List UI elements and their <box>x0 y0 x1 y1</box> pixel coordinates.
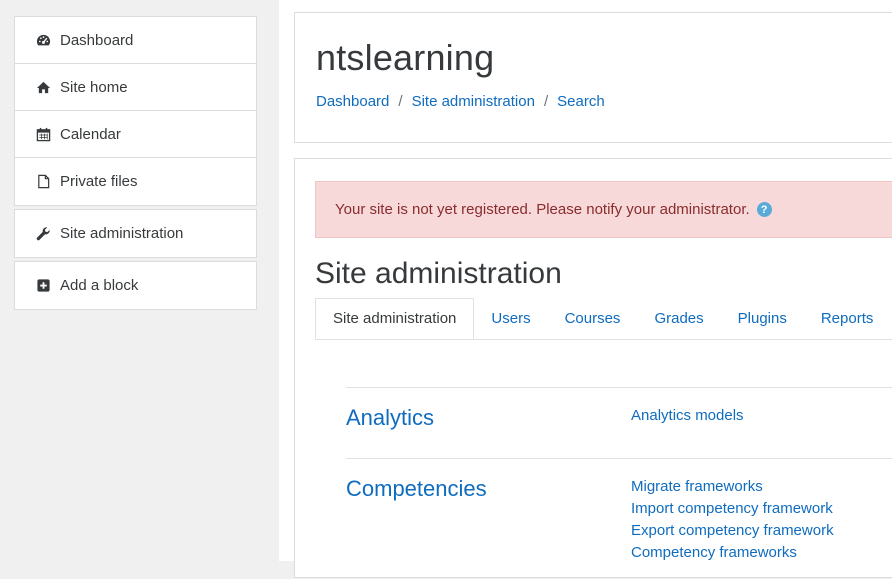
tab-reports[interactable]: Reports <box>804 298 891 338</box>
tab-site-administration[interactable]: Site administration <box>315 298 475 339</box>
nav-item-calendar[interactable]: Calendar <box>15 111 256 158</box>
nav-item-site-home[interactable]: Site home <box>15 64 256 111</box>
tab-users[interactable]: Users <box>474 298 547 338</box>
nav-item-label: Calendar <box>60 125 121 143</box>
category-competencies-link[interactable]: Competencies <box>346 476 487 502</box>
add-block-panel: Add a block <box>14 261 257 310</box>
alert-message: Your site is not yet registered. Please … <box>335 201 750 218</box>
link-migrate-frameworks[interactable]: Migrate frameworks <box>631 476 834 498</box>
link-analytics-models[interactable]: Analytics models <box>631 405 744 427</box>
page-title: ntslearning <box>316 37 495 78</box>
category-analytics-link[interactable]: Analytics <box>346 405 434 431</box>
wrench-icon <box>35 226 51 242</box>
nav-item-private-files[interactable]: Private files <box>15 158 256 205</box>
page-header: ntslearning Dashboard / Site administratio… <box>294 12 892 143</box>
breadcrumb: Dashboard / Site administration / Search <box>316 93 605 110</box>
nav-drawer-main: Dashboard Site home Calendar Private fil… <box>14 16 257 206</box>
add-block-button[interactable]: Add a block <box>15 262 256 309</box>
plus-square-icon <box>35 278 51 294</box>
competencies-links: Migrate frameworks Import competency fra… <box>631 476 834 564</box>
tab-grades[interactable]: Grades <box>637 298 720 338</box>
tab-courses[interactable]: Courses <box>548 298 638 338</box>
help-icon[interactable]: ? <box>756 202 772 217</box>
link-import-competency-framework[interactable]: Import competency framework <box>631 498 834 520</box>
breadcrumb-separator: / <box>398 93 403 110</box>
breadcrumb-separator: / <box>543 93 549 110</box>
nav-drawer-admin: Site administration <box>14 209 257 258</box>
region-main: Your site is not yet registered. Please … <box>294 158 892 578</box>
calendar-icon <box>35 126 51 142</box>
section-heading: Site administration <box>315 257 562 290</box>
nav-item-label: Site home <box>60 78 128 96</box>
home-icon <box>35 79 51 95</box>
file-icon <box>35 174 51 190</box>
nav-item-label: Private files <box>60 173 138 190</box>
add-block-label: Add a block <box>60 277 139 294</box>
breadcrumb-dashboard[interactable]: Dashboard <box>316 93 389 110</box>
admin-tabs: Site administration Users Courses Grades… <box>315 298 892 340</box>
tab-plugins[interactable]: Plugins <box>721 298 804 338</box>
nav-item-label: Dashboard <box>60 31 134 49</box>
link-export-competency-framework[interactable]: Export competency framework <box>631 520 834 542</box>
nav-item-site-administration[interactable]: Site administration <box>15 210 256 257</box>
dashboard-icon <box>35 32 51 48</box>
nav-item-dashboard[interactable]: Dashboard <box>15 17 256 64</box>
nav-item-label: Site administration <box>60 225 184 242</box>
breadcrumb-search[interactable]: Search <box>557 93 605 110</box>
registration-alert: Your site is not yet registered. Please … <box>315 181 892 238</box>
admin-section-analytics: Analytics Analytics models <box>346 387 892 458</box>
analytics-links: Analytics models <box>631 405 744 427</box>
breadcrumb-site-administration[interactable]: Site administration <box>412 93 535 110</box>
